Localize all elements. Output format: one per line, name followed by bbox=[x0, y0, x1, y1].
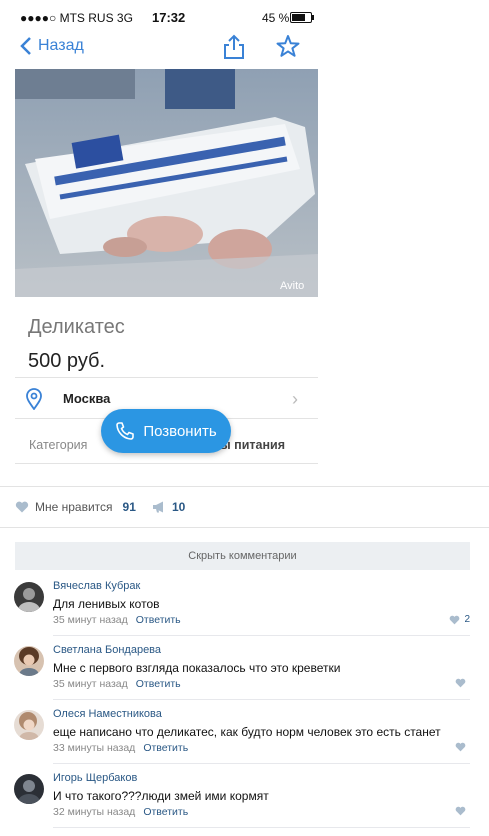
reposts-count: 10 bbox=[172, 500, 186, 514]
divider bbox=[0, 527, 489, 528]
comment: Олеся Наместникова еще написано что дели… bbox=[0, 708, 489, 772]
reply-button[interactable]: Ответить bbox=[143, 742, 188, 754]
comment: Игорь Щербаков И что такого???люди змей … bbox=[0, 772, 489, 836]
comment-time: 35 минут назад bbox=[53, 614, 128, 626]
battery-percent: 45 % bbox=[262, 11, 290, 25]
nav-bar: Назад bbox=[0, 34, 320, 64]
location-label: Москва bbox=[63, 391, 111, 406]
category-label: Категория bbox=[29, 438, 88, 452]
comment-like-count: 2 bbox=[464, 614, 470, 625]
avatar[interactable] bbox=[14, 710, 44, 740]
megaphone-icon bbox=[153, 501, 163, 513]
comment-time: 33 минуты назад bbox=[53, 742, 136, 754]
call-button[interactable]: Позвонить bbox=[101, 409, 231, 453]
likes-label: Мне нравится bbox=[35, 500, 113, 514]
comment: Вячеслав Кубрак Для ленивых котов 35 мин… bbox=[0, 580, 489, 644]
avatar[interactable] bbox=[14, 646, 44, 676]
comment-meta: 32 минуты назад Ответить bbox=[53, 806, 188, 818]
listing-title: Деликатес bbox=[28, 316, 125, 338]
clock: 17:32 bbox=[152, 10, 186, 25]
comment-like-button[interactable] bbox=[455, 678, 470, 688]
comment-meta: 35 минут назад Ответить bbox=[53, 678, 181, 690]
comment-time: 35 минут назад bbox=[53, 678, 128, 690]
heart-icon bbox=[455, 678, 466, 688]
comment-author[interactable]: Олеся Наместникова bbox=[53, 708, 162, 720]
comment-author[interactable]: Вячеслав Кубрак bbox=[53, 580, 140, 592]
phone-icon bbox=[116, 422, 135, 440]
likes-count: 91 bbox=[122, 500, 136, 514]
avatar[interactable] bbox=[14, 774, 44, 804]
star-icon[interactable] bbox=[276, 34, 300, 60]
divider bbox=[15, 463, 318, 464]
status-bar: ●●●●○ MTS RUS 3G 17:32 45 % bbox=[0, 0, 489, 34]
listing-photo[interactable]: Avito bbox=[15, 69, 318, 297]
divider bbox=[53, 699, 470, 700]
hide-comments-button[interactable]: Скрыть комментарии bbox=[15, 542, 470, 570]
divider bbox=[53, 763, 470, 764]
heart-icon bbox=[450, 615, 460, 624]
heart-icon bbox=[455, 806, 466, 816]
photo-watermark: Avito bbox=[280, 280, 304, 292]
divider bbox=[53, 635, 470, 636]
comment-author[interactable]: Светлана Бондарева bbox=[53, 644, 161, 656]
comment-like-button[interactable] bbox=[455, 742, 470, 752]
comment-text: Для ленивых котов bbox=[53, 597, 160, 611]
comment-author[interactable]: Игорь Щербаков bbox=[53, 772, 137, 784]
chevron-left-icon bbox=[20, 37, 31, 55]
divider bbox=[53, 827, 470, 828]
back-label: Назад bbox=[38, 37, 84, 54]
reply-button[interactable]: Ответить bbox=[143, 806, 188, 818]
share-icon[interactable] bbox=[222, 34, 246, 60]
battery-icon bbox=[290, 12, 314, 23]
comment-text: еще написано что деликатес, как будто но… bbox=[53, 725, 441, 739]
back-button[interactable]: Назад bbox=[20, 37, 84, 55]
listing-price: 500 руб. bbox=[28, 350, 106, 372]
avatar[interactable] bbox=[14, 582, 44, 612]
call-button-label: Позвонить bbox=[143, 422, 217, 440]
heart-icon bbox=[15, 501, 29, 513]
photo-image: Avito bbox=[15, 69, 318, 297]
carrier-label: ●●●●○ MTS RUS 3G bbox=[20, 11, 133, 25]
like-button[interactable]: Мне нравится 91 bbox=[15, 500, 136, 514]
heart-icon bbox=[455, 742, 466, 752]
comment-text: Мне с первого взгляда показалось что это… bbox=[53, 661, 341, 675]
reply-button[interactable]: Ответить bbox=[136, 614, 181, 626]
reply-button[interactable]: Ответить bbox=[136, 678, 181, 690]
comment-time: 32 минуты назад bbox=[53, 806, 136, 818]
comment-meta: 35 минут назад Ответить bbox=[53, 614, 181, 626]
location-pin-icon bbox=[26, 388, 42, 410]
category-value: ы питания bbox=[220, 438, 285, 452]
comment-text: И что такого???люди змей ими кормят bbox=[53, 789, 269, 803]
divider bbox=[0, 486, 489, 487]
comment-meta: 33 минуты назад Ответить bbox=[53, 742, 188, 754]
comment-like-button[interactable] bbox=[455, 806, 470, 816]
comment-like-button[interactable]: 2 bbox=[449, 614, 470, 625]
chevron-right-icon: › bbox=[292, 389, 298, 409]
comment: Светлана Бондарева Мне с первого взгляда… bbox=[0, 644, 489, 708]
repost-button[interactable]: 10 bbox=[152, 500, 185, 514]
